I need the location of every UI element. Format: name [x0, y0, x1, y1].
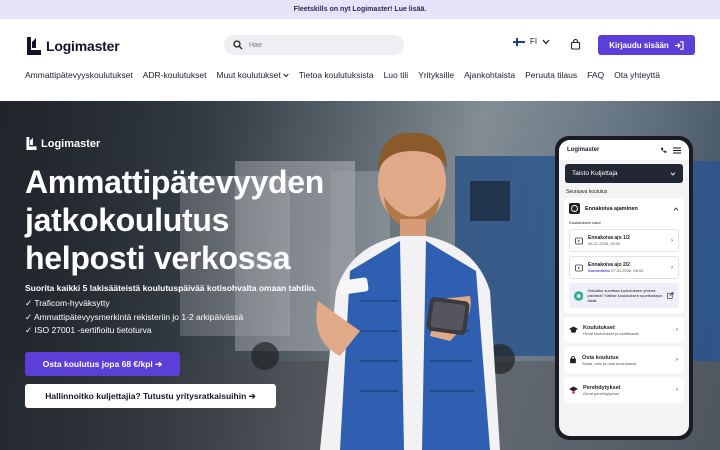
chevron-right-icon: ›	[676, 357, 678, 363]
phone-mockup: Logimaster Taisto Kuljettaja Seuraava ko…	[555, 136, 693, 440]
phone-course-card: Ennakoiva ajaminen Koulutuksen osiot Enn…	[564, 198, 684, 313]
hero-logo-text: Logimaster	[41, 137, 101, 150]
shopping-bag-icon	[570, 38, 581, 50]
nav-item-ammattipatevyys[interactable]: Ammattipätevyyskoulutukset	[25, 70, 133, 80]
hero-section: Logimaster Ammattipätevyyden jatkokoulut…	[0, 101, 720, 450]
phone-part1-date: 06.01.2026, 08:00	[588, 241, 621, 246]
headline-line-3: helposti verkossa	[25, 240, 291, 276]
finland-flag-icon	[513, 37, 525, 46]
phone-part2-date: 07.01.2026, 08:00	[611, 268, 644, 273]
search-bar[interactable]	[224, 35, 404, 55]
video-icon	[575, 264, 583, 271]
phone-screen: Logimaster Taisto Kuljettaja Seuraava ko…	[559, 140, 689, 436]
language-selector[interactable]: FI	[513, 37, 550, 46]
phone-menu3-sub: Omat perehdytykset	[583, 390, 619, 396]
cart-button[interactable]	[570, 37, 581, 55]
chevron-down-icon	[542, 39, 550, 44]
chevron-right-icon: ›	[676, 327, 678, 333]
logo-text: Logimaster	[46, 38, 120, 54]
phone-menu1-sub: Omat koulutukset ja sertifikaatit	[583, 330, 639, 336]
phone-menu-koulutukset: Koulutukset Omat koulutukset ja sertifik…	[564, 317, 684, 343]
phone-menu-osta: Osta koulutus Selaa, ostu ja osta koulut…	[564, 347, 684, 373]
login-label: Kirjaudu sisään	[609, 40, 669, 50]
feature-item: ✓ Traficom-hyväksytty	[25, 298, 110, 308]
hero-subtitle: Suorita kaikki 5 lakisääteistä koulutusp…	[25, 283, 317, 293]
phone-course-title: Ennakoiva ajaminen	[585, 205, 638, 212]
phone-menu2-sub: Selaa, ostu ja osta koulutuksia	[582, 360, 637, 366]
phone-user-name: Taisto Kuljettaja	[572, 170, 618, 177]
toggle-icon	[574, 290, 584, 301]
login-button[interactable]: Kirjaudu sisään	[598, 35, 695, 55]
hero-feature-list: ✓ Traficom-hyväksytty ✓ Ammattipätevyysm…	[25, 297, 243, 338]
phone-course-header: Ennakoiva ajaminen	[569, 203, 679, 214]
nav-item-adr[interactable]: ADR-koulutukset	[143, 70, 207, 80]
phone-menu3-title: Perehdytykset	[583, 384, 621, 391]
phone-menu-perehdytykset: Perehdytykset Omat perehdytykset ›	[564, 377, 684, 403]
feature-item: ✓ ISO 27001 -sertifioitu tietoturva	[25, 325, 152, 335]
search-input[interactable]	[249, 41, 389, 49]
main-nav: Ammattipätevyyskoulutukset ADR-koulutuks…	[25, 70, 660, 80]
phone-part-row: Ennakoiva ajo 1/2 06.01.2026, 08:00 ›	[569, 229, 679, 252]
headline-line-1: Ammattipätevyyden	[25, 164, 324, 200]
search-icon	[233, 40, 243, 50]
logo-mark-icon	[27, 37, 41, 55]
chevron-down-icon	[670, 171, 676, 176]
onboarding-icon	[569, 386, 578, 394]
video-icon	[575, 237, 583, 244]
steering-wheel-icon	[569, 203, 580, 214]
hero-headline: Ammattipätevyyden jatkokoulutus helposti…	[25, 163, 355, 277]
chevron-right-icon: ›	[671, 264, 673, 271]
nav-item-peruuta-tilaus[interactable]: Peruuta tilaus	[525, 70, 577, 80]
nav-item-yrityksille[interactable]: Yrityksille	[418, 70, 454, 80]
phone-app-header: Logimaster	[559, 140, 689, 160]
graduation-cap-icon	[569, 326, 578, 333]
headline-line-2: jatkokoulutus	[25, 202, 230, 238]
phone-info-box: Haluatko suorittaa koulutuksen yhtenä pä…	[569, 283, 679, 308]
business-solutions-button[interactable]: Hallinnoitko kuljettajia? Tutustu yritys…	[25, 384, 276, 408]
announcement-text[interactable]: Fleetskills on nyt Logimaster! Lue lisää…	[294, 6, 427, 13]
phone-user-selector: Taisto Kuljettaja	[565, 164, 683, 183]
login-arrow-icon	[674, 40, 684, 50]
phone-call-icon	[660, 147, 667, 153]
phone-section-title: Seuraava koulutus	[566, 189, 608, 195]
feature-item: ✓ Ammattipätevyysmerkintä rekisteriin jo…	[25, 311, 244, 322]
nav-item-ajankohtaista[interactable]: Ajankohtaista	[464, 70, 515, 80]
nav-item-luo-tili[interactable]: Luo tili	[384, 70, 409, 80]
shopping-bag-icon	[570, 356, 576, 364]
phone-info-text: Haluatko suorittaa koulutuksen yhtenä pä…	[587, 288, 662, 303]
chevron-right-icon: ›	[671, 237, 673, 244]
announcement-bar[interactable]: Fleetskills on nyt Logimaster! Lue lisää…	[0, 0, 720, 19]
nav-item-muut-koulutukset[interactable]: Muut koulutukset	[217, 70, 289, 80]
hero-logo: Logimaster	[25, 136, 100, 151]
menu-icon	[673, 147, 681, 153]
nav-item-faq[interactable]: FAQ	[587, 70, 604, 80]
nav-item-muut-label: Muut koulutukset	[216, 70, 281, 80]
logo[interactable]: Logimaster	[25, 36, 120, 56]
site-header: Logimaster FI Kirjaudu sisään	[0, 19, 720, 101]
chevron-right-icon: ›	[676, 387, 678, 393]
phone-parts-label: Koulutuksen osiot	[569, 220, 601, 225]
logo-mark-icon	[26, 137, 37, 150]
nav-item-tietoa[interactable]: Tietoa koulutuksista	[299, 70, 374, 80]
external-link-icon	[667, 292, 674, 299]
buy-course-button[interactable]: Osta koulutus jopa 68 €/kpl ➔	[25, 352, 180, 376]
chevron-up-icon	[673, 206, 679, 211]
chevron-down-icon	[283, 73, 289, 77]
phone-part2-status: Suunniteltu	[588, 268, 610, 273]
nav-item-ota-yhteytta[interactable]: Ota yhteyttä	[614, 70, 660, 80]
phone-brand: Logimaster	[567, 147, 600, 153]
language-code: FI	[530, 37, 538, 46]
phone-part-row: Ennakoiva ajo 2/2 Suunniteltu 07.01.2026…	[569, 256, 679, 279]
